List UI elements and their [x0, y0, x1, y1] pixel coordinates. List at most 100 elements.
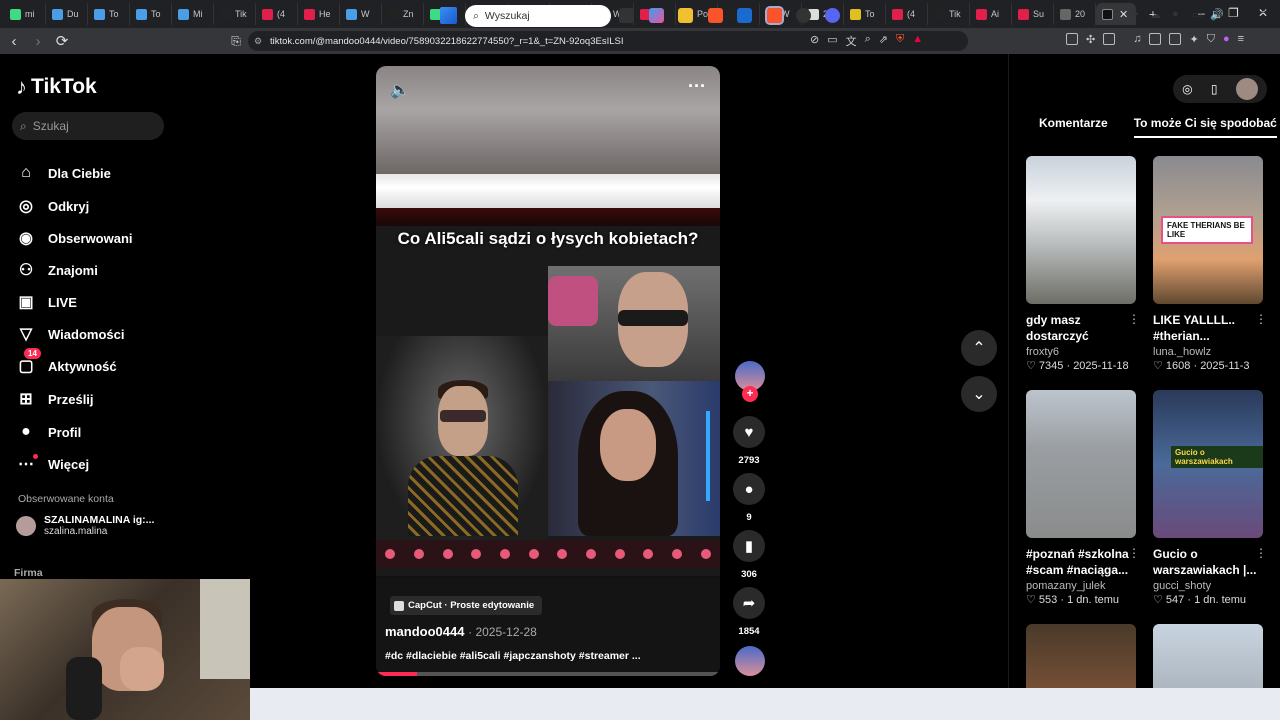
browser-tab[interactable]: mi [4, 3, 46, 25]
firma-link[interactable]: Firma [14, 567, 43, 579]
browser-tab[interactable]: He [298, 3, 340, 25]
browser-tab[interactable]: Tik [928, 3, 970, 25]
tray-monitor-icon[interactable]: ▭ [1192, 8, 1202, 21]
browser-tab[interactable]: (4 [886, 3, 928, 25]
browser-tab[interactable]: To [130, 3, 172, 25]
save-button[interactable]: ▮ 306 [731, 530, 767, 580]
share-button[interactable]: ➦ 1854 [731, 587, 767, 637]
browser-tab[interactable]: W [340, 3, 382, 25]
file-explorer-icon[interactable] [678, 8, 693, 23]
suggested-card[interactable]: gdy masz dostarczyć glovo... ⋮ froxty6 ♡ 73… [1026, 156, 1140, 372]
follow-plus-icon[interactable]: + [742, 386, 758, 402]
explore-icon[interactable]: ◎ [1182, 82, 1192, 96]
browser-tab[interactable]: Tik [214, 3, 256, 25]
forward-icon[interactable]: › [28, 33, 48, 50]
extension-vpn-icon[interactable] [1066, 33, 1078, 45]
brave-shield-icon[interactable]: ⛨ [896, 33, 904, 49]
cast-icon[interactable]: ▭ [827, 33, 837, 49]
next-video-button[interactable]: ⌄ [961, 376, 997, 412]
tab-comments[interactable]: Komentarze [1039, 116, 1108, 138]
music-icon[interactable]: ♫ [1133, 33, 1141, 46]
card-menu-icon[interactable]: ⋮ [1255, 312, 1267, 326]
nav-item-0[interactable]: ⌂ Dla Ciebie [16, 163, 111, 183]
browser-tab[interactable]: Ai [970, 3, 1012, 25]
browser-tab[interactable]: (4 [256, 3, 298, 25]
browser-tab[interactable]: To [844, 3, 886, 25]
vpn-shield-icon[interactable]: ⛉ [1207, 33, 1215, 46]
card-menu-icon[interactable]: ⋮ [1255, 546, 1267, 560]
leo-ai-icon[interactable]: ✦ [1189, 33, 1198, 46]
suggested-card[interactable]: #poznań #szkolna #scam #naciąga... ⋮ pomaz… [1026, 390, 1140, 606]
tray-chevron-icon[interactable]: ⌃ [1112, 8, 1121, 21]
followed-account[interactable]: SZALINAMALINA ig:... szalina.malina [16, 514, 154, 537]
card-menu-icon[interactable]: ⋮ [1128, 546, 1140, 560]
share-icon[interactable]: ⇗ [879, 33, 888, 49]
tray-cloud-icon[interactable]: ☁ [1150, 8, 1161, 21]
browser-tab[interactable]: 20 [1054, 3, 1096, 25]
nav-item-5[interactable]: ▽ Wiadomości [16, 324, 125, 344]
translate-icon[interactable]: 文 [846, 33, 857, 49]
wallet-icon[interactable] [1169, 33, 1182, 45]
profile-menu-icon[interactable]: ● [1223, 33, 1230, 46]
browser-tab[interactable]: To [88, 3, 130, 25]
video-date-value: 2025-12-28 [475, 625, 537, 639]
browser-tab[interactable]: Su [1012, 3, 1054, 25]
tray-mic-icon[interactable]: ● [1172, 8, 1179, 20]
previous-video-button[interactable]: ⌃ [961, 330, 997, 366]
browser-tab[interactable]: Mi [172, 3, 214, 25]
suggested-card[interactable]: FAKE THERIANS BE LIKE LIKE YALLLL.. #ther… [1153, 156, 1267, 372]
volume-icon[interactable]: 🔈 [390, 80, 410, 100]
tray-volume-icon[interactable]: 🔊 [1210, 8, 1224, 21]
browser-tab[interactable]: Zn [382, 3, 424, 25]
extensions-puzzle-icon[interactable]: ✣ [1086, 33, 1095, 46]
back-icon[interactable]: ‹ [4, 33, 24, 50]
capcut-badge[interactable]: CapCut · Proste edytowanie [390, 596, 543, 615]
user-avatar[interactable] [1235, 78, 1258, 100]
video-hashtags[interactable]: #dc #dlaciebie #ali5cali #japczanshoty #… [385, 650, 641, 662]
browser-menu-icon[interactable]: ≡ [1238, 33, 1244, 46]
task-view-icon[interactable] [619, 8, 634, 23]
brave-icon[interactable] [708, 8, 723, 23]
nav-item-2[interactable]: ◉ Obserwowani [16, 228, 133, 248]
video-progress-bar[interactable] [376, 672, 720, 676]
eye-off-icon[interactable]: ⊘ [810, 33, 819, 49]
nav-item-4[interactable]: ▣ LIVE [16, 292, 76, 312]
taskbar-clock[interactable]: 18:13 5.01.2026 [1228, 5, 1266, 27]
nav-item-6[interactable]: ▢ 14 Aktywność [16, 348, 117, 376]
taskbar-search[interactable]: ⌕ Wyszukaj [465, 5, 611, 27]
search-input[interactable]: ⌕ Szukaj [12, 112, 164, 140]
nav-item-1[interactable]: ◎ Odkryj [16, 196, 89, 216]
sidebar-icon[interactable] [1149, 33, 1162, 45]
tray-sync-icon[interactable]: ⟳ [1130, 8, 1139, 21]
store-icon[interactable] [737, 8, 752, 23]
copilot-icon[interactable] [649, 8, 664, 23]
video-author[interactable]: mandoo0444 · 2025-12-28 [385, 624, 537, 639]
brave-active-icon[interactable] [765, 6, 784, 25]
nav-item-9[interactable]: ⋯ Więcej [16, 454, 89, 474]
bookmark-icon[interactable]: ⎘ [226, 34, 246, 49]
tab-label: Ai [991, 9, 1000, 19]
suggested-card[interactable]: Gucio o warszawiakach Gucio o warszawiaka… [1153, 390, 1267, 606]
card-menu-icon[interactable]: ⋮ [1128, 312, 1140, 326]
discord-icon[interactable] [825, 8, 840, 23]
url-text: tiktok.com/@mandoo0444/video/75890322186… [270, 35, 624, 47]
browser-tab[interactable]: Du [46, 3, 88, 25]
windows-start-icon[interactable] [440, 7, 457, 24]
brave-rewards-icon[interactable]: ▲ [912, 33, 923, 49]
more-options-icon[interactable]: ··· [688, 76, 706, 97]
zoom-icon[interactable]: ⌕ [865, 33, 871, 49]
nav-item-7[interactable]: ⊞ Prześlij [16, 389, 93, 409]
obs-icon[interactable] [796, 8, 811, 23]
extension-tab-icon[interactable] [1103, 33, 1116, 45]
tab-suggested[interactable]: To może Ci się spodobać [1133, 116, 1277, 138]
device-icon[interactable]: ▯ [1211, 82, 1218, 96]
nav-item-3[interactable]: ⚇ Znajomi [16, 260, 98, 280]
tiktok-logo[interactable]: ♪ TikTok [16, 74, 97, 100]
comment-button[interactable]: ● 9 [731, 473, 767, 523]
reload-icon[interactable]: ⟳ [52, 32, 72, 50]
nav-item-8[interactable]: ● Profil [16, 422, 81, 442]
like-button[interactable]: ♥ 2793 [731, 416, 767, 466]
video-player[interactable]: Co Ali5cali sądzi o łysych kobietach? Ca… [376, 66, 720, 676]
sound-avatar[interactable] [735, 646, 765, 676]
site-info-icon[interactable]: ⚙ [254, 36, 262, 47]
